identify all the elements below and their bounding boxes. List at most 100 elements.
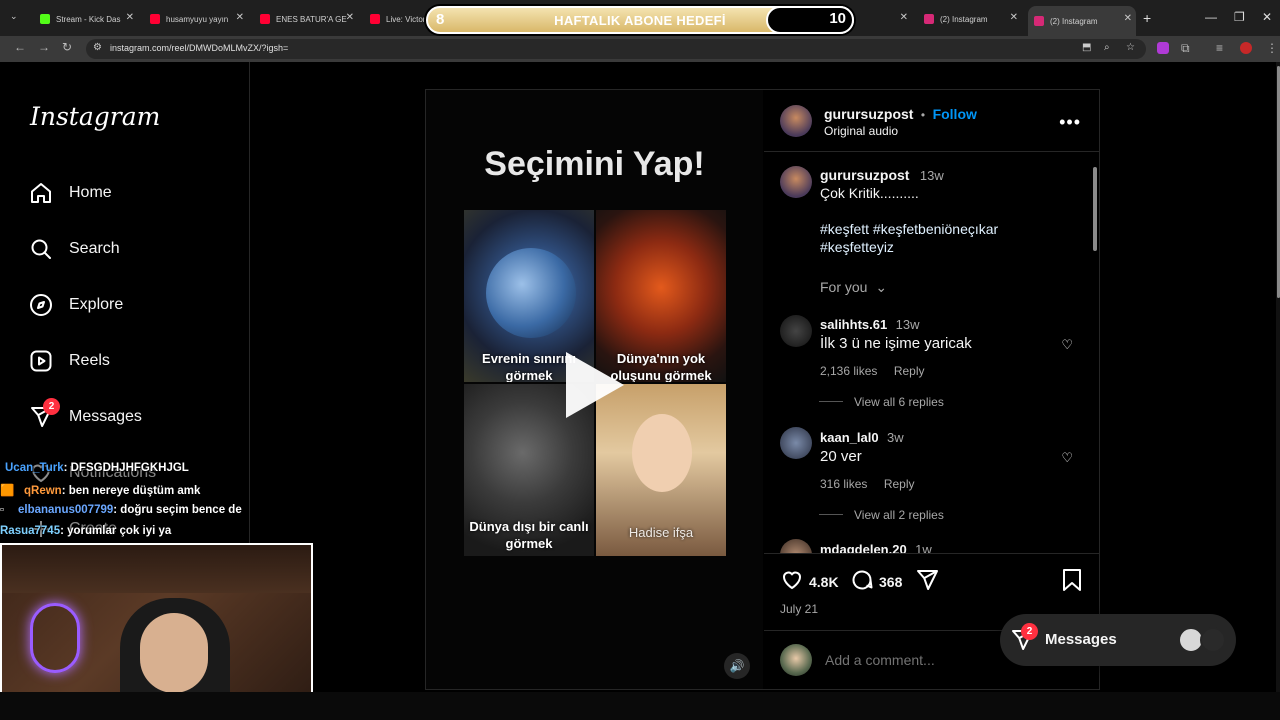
add-comment-input[interactable]: Add a comment... <box>825 652 935 668</box>
follow-button[interactable]: Follow <box>933 106 977 122</box>
chat-text: : yorumlar çok iyi ya <box>60 525 172 537</box>
comment-likes[interactable]: 2,136 likes <box>820 364 877 378</box>
for-you-dropdown[interactable]: For you ⌄ <box>820 279 887 296</box>
chat-badges-icon: 🟧 <box>0 485 15 497</box>
browser-tab[interactable]: (2) Instagram ✕ <box>918 8 1022 30</box>
author-avatar[interactable] <box>780 166 812 198</box>
video-title-text: Seçimini Yap! <box>484 145 705 183</box>
browser-tab[interactable]: Live: Victor <box>364 8 426 30</box>
like-icon[interactable] <box>780 568 804 598</box>
replies-divider <box>819 514 843 515</box>
save-bookmark-icon[interactable] <box>1061 568 1083 598</box>
for-you-label: For you <box>820 279 868 295</box>
comment-icon[interactable] <box>850 568 874 598</box>
chat-message: 🟧 qRewn: ben nereye düştüm amk <box>0 483 260 504</box>
tab-close-icon[interactable]: ✕ <box>1124 13 1132 24</box>
minimize-icon[interactable]: — <box>1205 10 1217 24</box>
site-info-icon[interactable]: ⚙ <box>93 42 102 53</box>
messages-pill[interactable]: 2 Messages <box>1000 614 1236 666</box>
comment-text: 20 ver <box>820 448 862 465</box>
comment-like-icon[interactable]: ♡ <box>1061 337 1073 353</box>
tab-close-icon[interactable]: ✕ <box>346 12 354 23</box>
forward-icon[interactable]: → <box>38 40 50 54</box>
caption-time: 13w <box>919 168 944 183</box>
extensions-puzzle-icon[interactable]: ⧉ <box>1181 41 1190 56</box>
bookmark-star-icon[interactable]: ☆ <box>1126 42 1135 53</box>
instagram-logo[interactable]: Instagram <box>30 102 160 131</box>
comment-username[interactable]: kaan_lal0 <box>820 430 879 445</box>
messages-icon: 2 <box>28 398 60 430</box>
search-icon <box>28 236 54 262</box>
audio-label[interactable]: Original audio <box>824 124 898 138</box>
browser-tab[interactable]: ENES BATUR'A GE ✕ <box>254 8 358 30</box>
comments-scrollbar-thumb[interactable] <box>1093 167 1097 251</box>
comment-like-icon[interactable]: ♡ <box>1061 450 1073 466</box>
chat-badge-icon: ▫ <box>0 504 5 516</box>
like-count[interactable]: 4.8K <box>809 574 839 590</box>
caption-username[interactable]: gurursuzpost <box>820 167 909 183</box>
more-options-icon[interactable]: ••• <box>1059 112 1081 133</box>
url-text[interactable]: instagram.com/reel/DMWDoMLMvZX/?igsh= <box>110 43 288 53</box>
tab-search-chevron-icon[interactable]: ⌄ <box>10 11 18 22</box>
new-tab-button[interactable]: + <box>1143 10 1151 26</box>
browser-tab[interactable]: husamyuyu yayın ✕ <box>144 8 248 30</box>
browser-tab-active[interactable]: (2) Instagram ✕ <box>1028 6 1136 36</box>
caption-hashtags[interactable]: #keşfett #keşfetbeniöneçıkar <box>820 221 998 237</box>
tab-title: ENES BATUR'A GE <box>276 14 347 24</box>
commenter-avatar[interactable] <box>780 315 812 347</box>
post-side-panel: gurursuzpost • Follow Original audio •••… <box>764 90 1099 689</box>
caption-alien: Dünya dışı bir canlı görmek <box>469 519 589 551</box>
media-control-icon[interactable]: ≡ <box>1216 41 1223 55</box>
share-icon[interactable] <box>915 568 939 598</box>
install-app-icon[interactable]: ⬒ <box>1082 42 1091 53</box>
zoom-icon[interactable]: ⌕ <box>1104 42 1110 53</box>
tab-close-icon[interactable]: ✕ <box>126 12 134 23</box>
sidebar-item-explore[interactable]: Explore <box>28 290 123 320</box>
browser-menu-icon[interactable]: ⋮ <box>1266 41 1278 55</box>
reply-button[interactable]: Reply <box>884 477 915 491</box>
commenter-avatar[interactable] <box>780 539 812 553</box>
reply-button[interactable]: Reply <box>894 364 925 378</box>
reel-video[interactable]: Seçimini Yap! Evrenin sınırını görmek Dü… <box>426 90 763 689</box>
tab-close-icon[interactable]: ✕ <box>236 12 244 23</box>
browser-tab[interactable]: Stream - Kick Das ✕ <box>34 8 138 30</box>
address-bar-row: ← → ↻ ⚙ instagram.com/reel/DMWDoMLMvZX/?… <box>0 36 1280 62</box>
window-close-icon[interactable]: ✕ <box>1262 10 1272 24</box>
maximize-icon[interactable]: ❐ <box>1234 10 1245 24</box>
instagram-favicon-icon <box>924 14 934 24</box>
messages-pill-label: Messages <box>1045 631 1117 648</box>
comment-username[interactable]: salihhts.61 <box>820 317 887 332</box>
comment-meta: 2,136 likes Reply <box>820 362 925 380</box>
reload-icon[interactable]: ↻ <box>62 40 72 54</box>
post-date: July 21 <box>780 602 819 616</box>
tab-title: husamyuyu yayın <box>166 14 229 24</box>
sidebar-item-reels[interactable]: Reels <box>28 346 110 376</box>
comment-meta: 316 likes Reply <box>820 475 915 493</box>
goal-target-box: 10 <box>766 6 854 34</box>
comment-header: mdagdelen.20 1w <box>820 541 932 553</box>
sidebar-item-search[interactable]: Search <box>28 234 120 264</box>
subscriber-goal-banner: 8 HAFTALIK ABONE HEDEFİ zmi 10 <box>426 6 854 34</box>
tab-close-icon[interactable]: ✕ <box>1010 12 1018 23</box>
view-replies-button[interactable]: View all 2 replies <box>854 508 944 522</box>
sidebar-item-home[interactable]: Home <box>28 178 112 208</box>
author-avatar[interactable] <box>780 105 812 137</box>
profile-avatar-icon[interactable] <box>1240 42 1252 54</box>
back-icon[interactable]: ← <box>14 40 26 54</box>
extension-icon[interactable] <box>1157 42 1169 54</box>
play-icon[interactable] <box>566 352 624 418</box>
sound-icon[interactable]: 🔊 <box>724 653 750 679</box>
url-field[interactable]: ⚙ instagram.com/reel/DMWDoMLMvZX/?igsh= … <box>86 39 1146 59</box>
current-user-avatar[interactable] <box>780 644 812 676</box>
view-replies-button[interactable]: View all 6 replies <box>854 395 944 409</box>
explore-icon <box>28 292 54 318</box>
tab-close-icon[interactable]: ✕ <box>900 12 908 23</box>
commenter-avatar[interactable] <box>780 427 812 459</box>
comment-username[interactable]: mdagdelen.20 <box>820 542 907 553</box>
caption-hashtags[interactable]: #keşfetteyiz <box>820 239 894 255</box>
sidebar-item-messages[interactable]: 2 Messages <box>28 398 142 432</box>
youtube-favicon-icon <box>150 14 160 24</box>
comment-likes[interactable]: 316 likes <box>820 477 867 491</box>
chat-text: : doğru seçim bence de <box>113 504 242 516</box>
author-username[interactable]: gurursuzpost <box>824 106 913 122</box>
